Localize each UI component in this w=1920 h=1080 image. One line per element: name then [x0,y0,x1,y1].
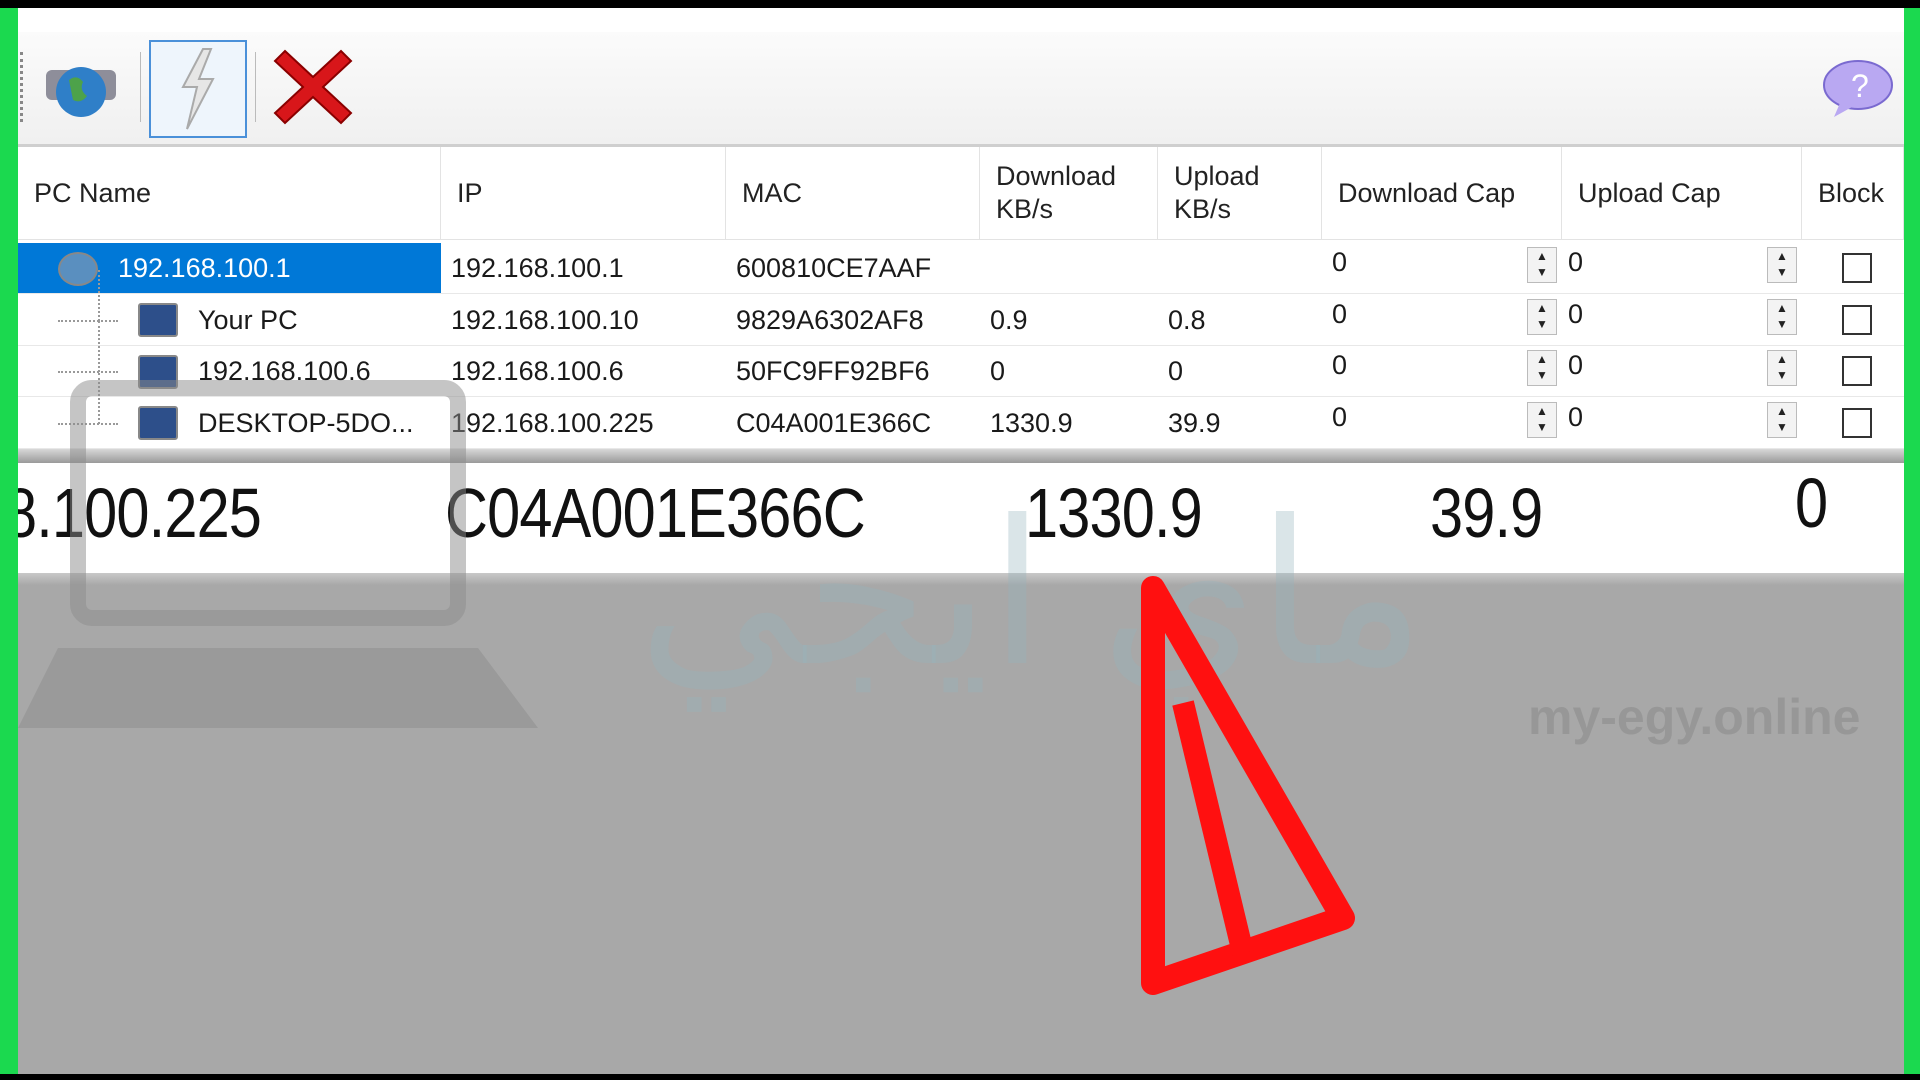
computer-icon [138,303,178,337]
router-icon [58,251,98,286]
upload-cap-value: 0 [1568,401,1584,432]
block-cell [1802,243,1904,294]
column-header-block[interactable]: Block [1802,147,1904,240]
download-cap-stepper[interactable]: 0 ▲ ▼ [1322,243,1562,294]
column-header-upload-cap[interactable]: Upload Cap [1562,147,1802,240]
watermark-text: my-egy.online [1528,689,1861,745]
header-label: MAC [742,177,802,208]
help-button[interactable]: ? [1818,40,1898,134]
spin-arrows-icon[interactable]: ▲ ▼ [1527,247,1557,283]
cell-download [980,243,1158,294]
block-checkbox[interactable] [1842,407,1872,438]
cell-download: 0.9 [990,304,1028,335]
upload-cap-stepper[interactable]: 0 ▲ ▼ [1562,243,1802,294]
block-cell [1802,295,1904,346]
block-checkbox[interactable] [1842,304,1872,335]
cell-mac: 9829A6302AF8 [736,304,924,335]
column-header-ip[interactable]: IP [441,147,726,240]
svg-text:?: ? [1851,68,1869,104]
help-bubble-icon: ? [1823,60,1893,117]
cell-ip: 192.168.100.1 [451,253,624,283]
spin-arrows-icon[interactable]: ▲ ▼ [1767,401,1797,438]
block-checkbox[interactable] [1842,253,1872,283]
cell-ip: 192.168.100.10 [451,304,639,335]
header-label: Upload Cap [1578,177,1721,208]
upload-cap-stepper[interactable]: 0 ▲ ▼ [1562,346,1802,397]
scan-network-button[interactable] [34,40,128,134]
column-header-pc-name[interactable]: PC Name [18,147,441,240]
table-row[interactable]: 192.168.100.1 192.168.100.1 600810CE7AAF … [18,243,1904,294]
magnified-upload: 39.9 [1430,474,1543,552]
column-header-mac[interactable]: MAC [726,147,980,240]
pc-name: Your PC [198,304,298,335]
column-header-download[interactable]: Download KB/s [980,147,1158,240]
toolbar: ? [18,32,1904,147]
cell-mac: C04A001E366C [736,407,932,438]
download-cap-value: 0 [1332,247,1348,277]
toolbar-separator [255,52,256,122]
header-label: Download KB/s [996,161,1117,224]
header-label: PC Name [34,177,152,208]
spin-arrows-icon[interactable]: ▲ ▼ [1767,350,1797,386]
red-arrow-icon [1141,576,1355,995]
spin-arrows-icon[interactable]: ▲ ▼ [1527,298,1557,335]
download-cap-stepper[interactable]: 0 ▲ ▼ [1322,346,1562,397]
header-label: Block [1818,177,1885,208]
pc-name: 192.168.100.1 [118,253,291,283]
green-frame: ? PC Name IP MAC Download KB/s Upload KB… [0,8,1920,1074]
upload-cap-stepper[interactable]: 0 ▲ ▼ [1562,295,1802,346]
spin-arrows-icon[interactable]: ▲ ▼ [1527,350,1557,386]
column-header-upload[interactable]: Upload KB/s [1158,147,1322,240]
cell-download: 1330.9 [990,407,1073,438]
red-x-icon [273,49,353,125]
start-button[interactable] [149,40,247,138]
header-label: Download Cap [1338,177,1516,208]
stop-button[interactable] [266,40,360,134]
download-cap-stepper[interactable]: 0 ▲ ▼ [1322,398,1562,449]
cell-pc-name[interactable]: Your PC [18,269,441,346]
tree-line [98,321,100,372]
spin-arrows-icon[interactable]: ▲ ▼ [1527,401,1557,438]
upload-cap-stepper[interactable]: 0 ▲ ▼ [1562,398,1802,449]
download-cap-value: 0 [1332,401,1348,432]
globe-network-icon [46,67,116,117]
header-label: Upload KB/s [1174,161,1260,224]
cell-pc-name[interactable]: 192.168.100.1 [18,243,441,294]
block-cell [1802,398,1904,449]
toolbar-grip[interactable] [20,52,26,122]
header-label: IP [457,177,483,208]
spin-arrows-icon[interactable]: ▲ ▼ [1767,247,1797,283]
column-header-download-cap[interactable]: Download Cap [1322,147,1562,240]
block-cell [1802,346,1904,397]
cell-upload: 0.8 [1168,304,1206,335]
app-window: ? PC Name IP MAC Download KB/s Upload KB… [18,8,1904,1074]
cell-mac: 50FC9FF92BF6 [736,356,930,386]
spin-arrows-icon[interactable]: ▲ ▼ [1767,298,1797,335]
download-cap-value: 0 [1332,350,1348,380]
upload-cap-value: 0 [1568,350,1584,380]
title-bar [18,8,1904,32]
cell-upload: 0 [1168,356,1184,386]
tree-line [58,319,118,322]
toolbar-separator [140,52,141,122]
download-cap-value: 0 [1332,298,1348,329]
cell-upload [1158,243,1322,294]
block-checkbox[interactable] [1842,356,1872,386]
table-row[interactable]: Your PC 192.168.100.10 9829A6302AF8 0.9 0… [18,269,1904,346]
download-cap-stepper[interactable]: 0 ▲ ▼ [1322,295,1562,346]
cell-mac: 600810CE7AAF [736,253,932,283]
upload-cap-value: 0 [1568,247,1584,277]
tree-line [98,269,100,321]
upload-cap-value: 0 [1568,298,1584,329]
magnified-cap: 0 [1795,464,1828,542]
cell-upload: 39.9 [1168,407,1221,438]
lightning-icon [181,48,215,130]
laptop-watermark-icon [18,380,538,728]
cell-download: 0 [990,356,1006,386]
